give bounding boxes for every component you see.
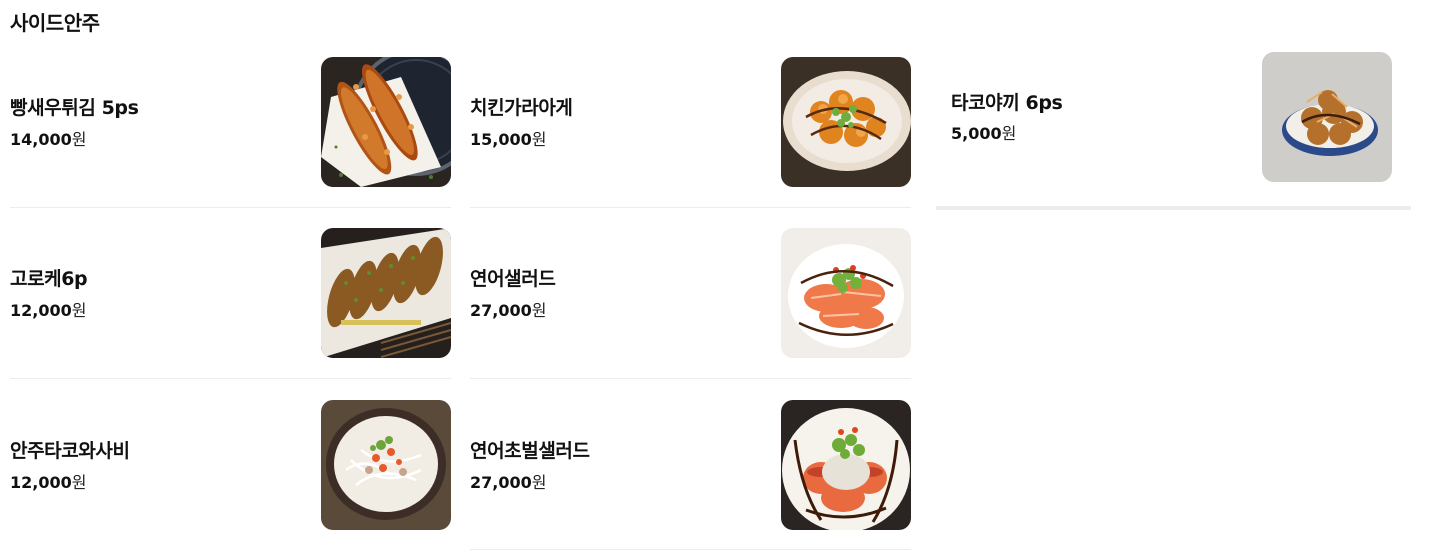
salmon-salad-image [781,228,911,358]
fried-shrimp-image [321,57,451,187]
chicken-karaage-image [781,57,911,187]
menu-item-name: 연어샐러드 [470,268,556,290]
price-currency: 원 [71,473,87,492]
menu-item-price: 14,000원 [10,126,86,150]
menu-item-name: 안주타코와사비 [10,440,130,462]
price-value: 27,000 [470,301,532,320]
price-value: 15,000 [470,130,532,149]
item-divider [10,207,451,208]
menu-item-chicken-karaage[interactable]: 치킨가라아게 15,000원 [470,57,911,187]
item-divider [10,378,451,379]
menu-item-croquette[interactable]: 고로케6p 12,000원 [10,228,451,358]
menu-item-price: 27,000원 [470,469,546,493]
menu-item-name: 빵새우튀김 5ps [10,97,139,119]
price-currency: 원 [531,130,547,149]
menu-item-price: 12,000원 [10,297,86,321]
item-divider [470,207,911,208]
menu-item-name: 연어초벌샐러드 [470,440,590,462]
menu-item-name: 치킨가라아게 [470,97,573,119]
menu-item-seared-salmon-salad[interactable]: 연어초벌샐러드 27,000원 [470,400,911,530]
item-divider [470,549,911,550]
price-value: 5,000 [951,124,1002,143]
price-value: 27,000 [470,473,532,492]
menu-item-name: 고로케6p [10,268,88,290]
price-value: 12,000 [10,301,72,320]
item-divider [936,206,1411,210]
tako-wasabi-image [321,400,451,530]
item-divider [470,378,911,379]
menu-item-takoyaki[interactable]: 타코야끼 6ps 5,000원 [951,52,1392,182]
menu-item-salmon-salad[interactable]: 연어샐러드 27,000원 [470,228,911,358]
price-currency: 원 [531,301,547,320]
price-currency: 원 [71,130,87,149]
menu-item-price: 15,000원 [470,126,546,150]
menu-page: 사이드안주 빵새우튀김 5ps 14,000원 치킨가라아게 15,000원 타… [0,0,1446,551]
seared-salmon-salad-image [781,400,911,530]
price-currency: 원 [531,473,547,492]
croquette-image [321,228,451,358]
price-value: 12,000 [10,473,72,492]
menu-item-name: 타코야끼 6ps [951,92,1063,114]
menu-item-price: 27,000원 [470,297,546,321]
menu-item-tako-wasabi[interactable]: 안주타코와사비 12,000원 [10,400,451,530]
takoyaki-image [1262,52,1392,182]
section-title: 사이드안주 [10,11,100,35]
price-currency: 원 [71,301,87,320]
menu-item-fried-shrimp[interactable]: 빵새우튀김 5ps 14,000원 [10,57,451,187]
menu-item-price: 12,000원 [10,469,86,493]
price-currency: 원 [1001,124,1017,143]
price-value: 14,000 [10,130,72,149]
menu-item-price: 5,000원 [951,120,1016,144]
